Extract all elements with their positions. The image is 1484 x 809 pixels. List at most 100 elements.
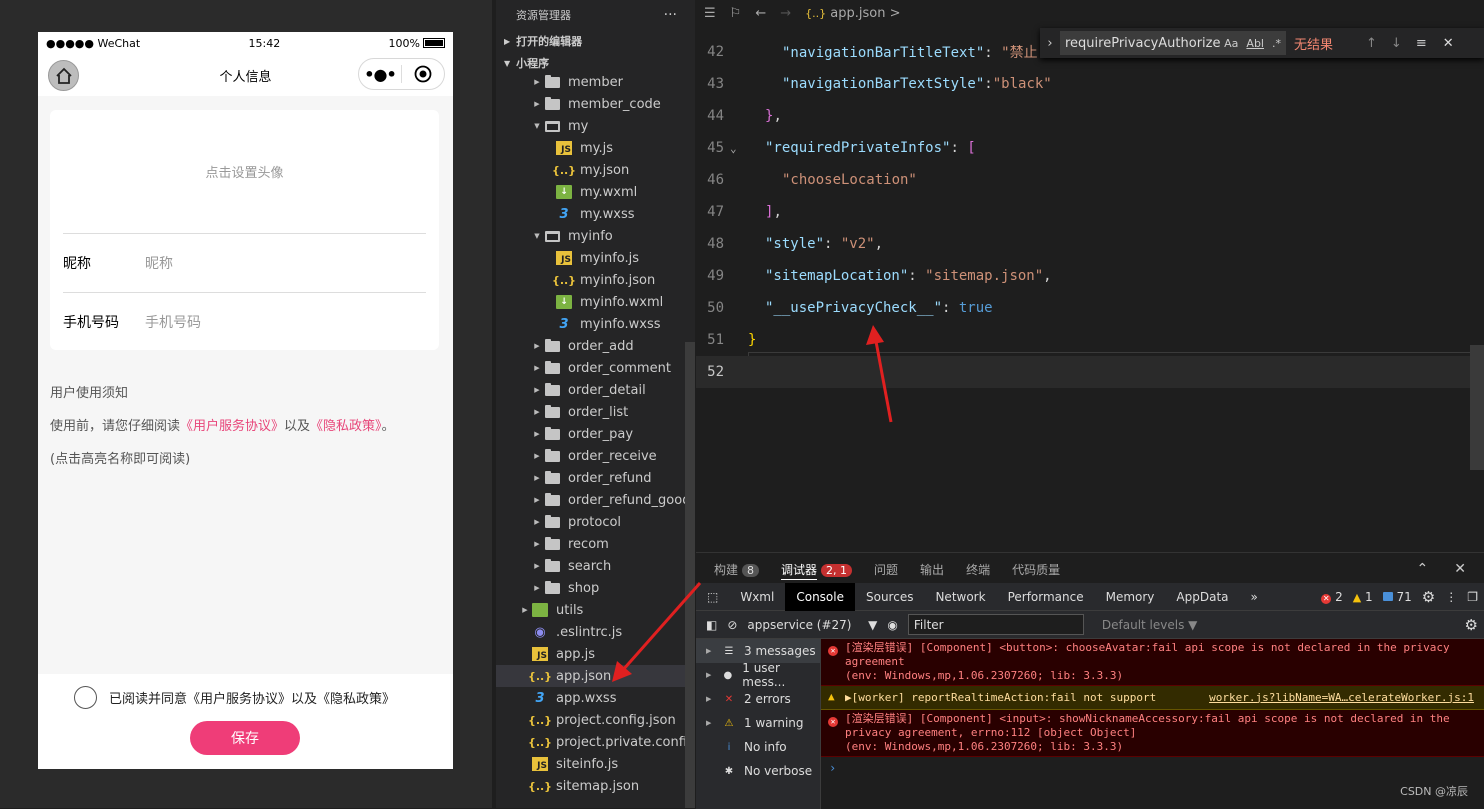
- editor-scrollbar[interactable]: [1470, 345, 1484, 470]
- code-line[interactable]: 44},: [696, 100, 1484, 132]
- gear-icon[interactable]: ⚙: [1422, 588, 1435, 606]
- tree-item[interactable]: 3 my.wxss: [496, 203, 695, 225]
- chevron-right-icon[interactable]: ▶: [530, 452, 544, 460]
- tree-item[interactable]: {..}project.private.config.js...: [496, 731, 695, 753]
- chevron-right-icon[interactable]: ▶: [530, 496, 544, 504]
- code-line[interactable]: 51}: [696, 324, 1484, 356]
- match-case-icon[interactable]: Aa: [1224, 37, 1238, 50]
- devtools-tab[interactable]: Performance: [997, 583, 1095, 611]
- panel-tab[interactable]: 构建 8: [714, 561, 760, 578]
- chevron-down-icon[interactable]: ▼: [530, 232, 544, 240]
- nickname-input[interactable]: 昵称: [145, 253, 173, 273]
- devtools-tab[interactable]: AppData: [1165, 583, 1239, 611]
- code-line[interactable]: 52: [696, 356, 1484, 388]
- warning-count[interactable]: ▲ 1: [1353, 590, 1373, 604]
- devtools-tab[interactable]: Sources: [855, 583, 924, 611]
- context-select[interactable]: appservice (#27) ▼: [747, 618, 877, 632]
- console-filter-item[interactable]: ▶ ● 1 user mess...: [696, 661, 820, 689]
- kebab-menu-icon[interactable]: ⋮: [1445, 590, 1457, 604]
- tree-item[interactable]: ▶ order_add: [496, 335, 695, 357]
- chevron-right-icon[interactable]: ▶: [518, 606, 532, 614]
- code-line[interactable]: 49 "sitemapLocation": "sitemap.json",: [696, 260, 1484, 292]
- panel-tab[interactable]: 代码质量: [1012, 561, 1060, 578]
- tree-item[interactable]: {..} project.config.json: [496, 709, 695, 731]
- chevron-right-icon[interactable]: ▶: [530, 562, 544, 570]
- error-count[interactable]: ✕ 2: [1321, 590, 1343, 604]
- fold-chevron-icon[interactable]: ⌄: [730, 142, 737, 155]
- agree-radio[interactable]: [74, 686, 97, 709]
- more-dots-icon[interactable]: •●•: [359, 65, 401, 84]
- code-line[interactable]: 43 "navigationBarTextStyle":"black": [696, 68, 1484, 100]
- tree-item[interactable]: ▶ order_refund_goods: [496, 489, 695, 511]
- tree-item[interactable]: ▶ member: [496, 71, 695, 93]
- explorer-scrollbar[interactable]: [685, 342, 695, 808]
- clear-console-icon[interactable]: ⊘: [727, 618, 737, 632]
- tree-item[interactable]: ▶ utils: [496, 599, 695, 621]
- panel-tab[interactable]: 问题: [874, 561, 898, 578]
- code-lines[interactable]: 42 "navigationBarTitleText": "禁止 43 "naviga…: [696, 36, 1484, 388]
- chevron-right-icon[interactable]: ▶: [530, 518, 544, 526]
- phone-input[interactable]: 手机号码: [145, 312, 201, 332]
- code-line[interactable]: 47],: [696, 196, 1484, 228]
- tree-item[interactable]: ↓ my.wxml: [496, 181, 695, 203]
- avatar-picker[interactable]: 点击设置头像: [63, 110, 426, 234]
- outline-icon[interactable]: ☰: [704, 6, 716, 21]
- back-arrow-icon[interactable]: ←: [755, 6, 766, 21]
- tree-item[interactable]: 3 app.wxss: [496, 687, 695, 709]
- tree-item[interactable]: ▶ order_refund: [496, 467, 695, 489]
- tree-item[interactable]: ◉ .eslintrc.js: [496, 621, 695, 643]
- explorer-more-icon[interactable]: ···: [664, 7, 677, 23]
- next-match-icon[interactable]: ↓: [1391, 36, 1402, 51]
- tree-item[interactable]: {..} myinfo.json: [496, 269, 695, 291]
- console-settings-icon[interactable]: ⚙: [1465, 616, 1484, 634]
- code-line[interactable]: 50 "__usePrivacyCheck__": true: [696, 292, 1484, 324]
- find-expand-icon[interactable]: ›: [1040, 36, 1060, 51]
- tree-item[interactable]: JS siteinfo.js: [496, 753, 695, 775]
- chevron-right-icon[interactable]: ▶: [530, 100, 544, 108]
- dock-icon[interactable]: ❐: [1467, 590, 1478, 604]
- devtools-tab[interactable]: Wxml: [729, 583, 785, 611]
- console-prompt[interactable]: ›: [821, 761, 1484, 775]
- log-levels-select[interactable]: Default levels ▼: [1102, 618, 1198, 632]
- tree-item[interactable]: JS app.js: [496, 643, 695, 665]
- bookmark-icon[interactable]: ⚐: [730, 6, 742, 21]
- close-icon[interactable]: ✕: [1443, 36, 1454, 51]
- error-message[interactable]: ✕ [渲染层错误] [Component] <button>: chooseAva…: [821, 639, 1484, 686]
- info-count[interactable]: 71: [1382, 590, 1412, 604]
- tree-item[interactable]: ▶ order_comment: [496, 357, 695, 379]
- whole-word-icon[interactable]: Abl: [1246, 37, 1264, 50]
- forward-arrow-icon[interactable]: →: [780, 6, 791, 21]
- tree-item[interactable]: 3 myinfo.wxss: [496, 313, 695, 335]
- find-in-selection-icon[interactable]: ≡: [1416, 36, 1427, 51]
- console-filter-item[interactable]: i No info: [696, 735, 820, 759]
- chevron-right-icon[interactable]: ▶: [530, 342, 544, 350]
- devtools-more-tabs-icon[interactable]: »: [1240, 583, 1269, 611]
- console-filter-item[interactable]: ✱ No verbose: [696, 759, 820, 783]
- tree-item[interactable]: ▶ member_code: [496, 93, 695, 115]
- chevron-right-icon[interactable]: ▶: [530, 540, 544, 548]
- agree-row[interactable]: 已阅读并同意《用户服务协议》以及《隐私政策》: [74, 686, 395, 709]
- chevron-right-icon[interactable]: ▶: [530, 584, 544, 592]
- close-panel-icon[interactable]: ✕: [1454, 561, 1466, 577]
- code-line[interactable]: 48 "style": "v2",: [696, 228, 1484, 260]
- panel-tab[interactable]: 终端: [966, 561, 990, 578]
- prev-match-icon[interactable]: ↑: [1366, 36, 1377, 51]
- chevron-right-icon[interactable]: ▶: [530, 78, 544, 86]
- tree-item[interactable]: {..} sitemap.json: [496, 775, 695, 797]
- chevron-down-icon[interactable]: ▼: [530, 122, 544, 130]
- tree-item[interactable]: ▶ search: [496, 555, 695, 577]
- code-line[interactable]: 45 "requiredPrivateInfos": [⌄: [696, 132, 1484, 164]
- chevron-right-icon[interactable]: ▶: [530, 474, 544, 482]
- chevron-right-icon[interactable]: ▶: [530, 386, 544, 394]
- regex-icon[interactable]: .*: [1272, 37, 1281, 50]
- devtools-tab[interactable]: Network: [924, 583, 996, 611]
- code-line[interactable]: 46 "chooseLocation": [696, 164, 1484, 196]
- console-filter-item[interactable]: ▶ ☰ 3 messages: [696, 639, 820, 663]
- save-button[interactable]: 保存: [190, 721, 300, 755]
- tree-item[interactable]: ▼ my: [496, 115, 695, 137]
- home-button[interactable]: [48, 60, 79, 91]
- tree-item[interactable]: ▶ order_receive: [496, 445, 695, 467]
- tree-item[interactable]: {..} my.json: [496, 159, 695, 181]
- panel-tab[interactable]: 调试器 2, 1: [781, 561, 853, 580]
- tree-item[interactable]: JS my.js: [496, 137, 695, 159]
